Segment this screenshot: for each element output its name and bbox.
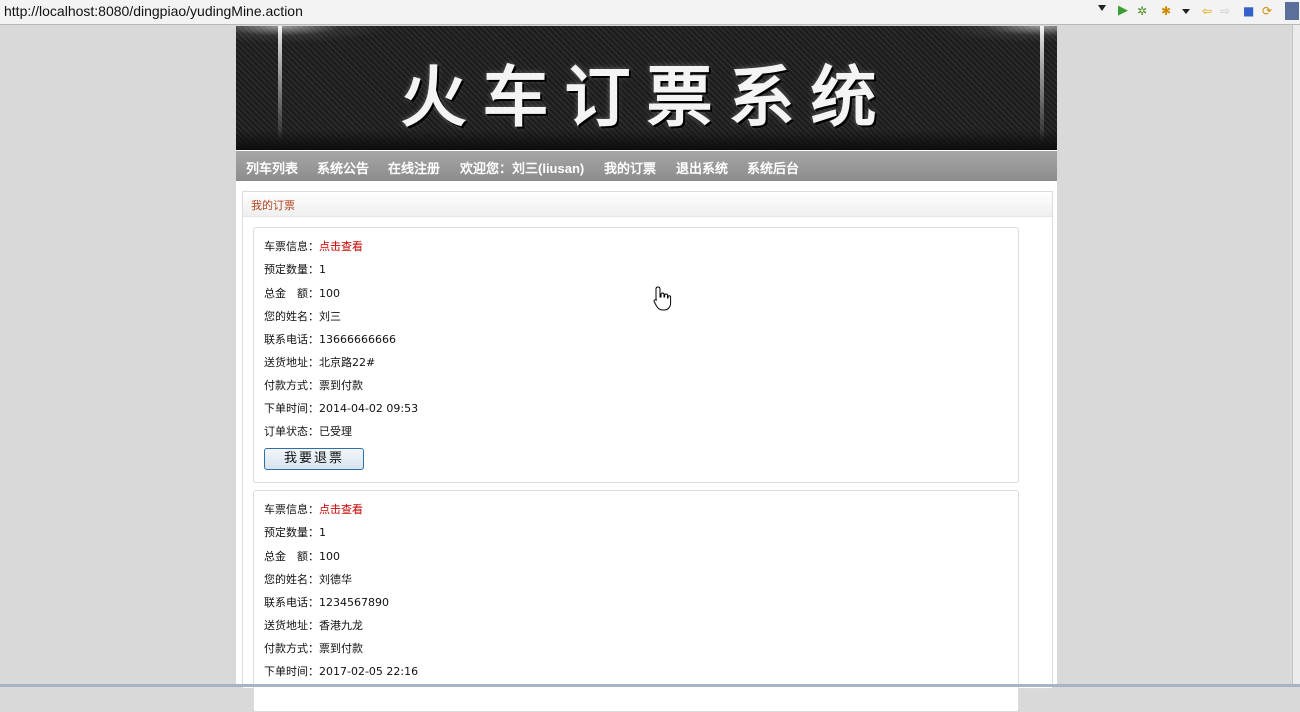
phone-value: 13666666666 [319,333,396,346]
address-label: 送货地址： [264,356,319,369]
site-title: 火车订票系统 [400,58,893,136]
nav-my-bookings[interactable]: 我的订票 [604,158,656,177]
name-value: 刘三 [319,310,341,323]
total-value: 100 [319,287,340,300]
ticket-info-label: 车票信息： [264,240,319,253]
quantity-label: 预定数量： [264,263,319,276]
order-payment: 付款方式：票到付款 [264,379,363,393]
status-value: 已受理 [319,425,352,438]
order-phone: 联系电话：1234567890 [264,596,389,610]
nav-logout[interactable]: 退出系统 [676,158,728,177]
name-label: 您的姓名： [264,573,319,586]
debug-icon[interactable]: ✲ [1137,3,1147,19]
order-time: 下单时间：2014-04-02 09:53 [264,402,418,416]
forward-arrow-icon[interactable]: ⇨ [1220,3,1230,19]
order-name: 您的姓名：刘三 [264,310,341,324]
nav-register[interactable]: 在线注册 [388,158,440,177]
order-address: 送货地址：北京路22# [264,356,375,370]
hand-cursor-icon [653,286,672,311]
order-time: 下单时间：2017-02-05 22:16 [264,665,418,679]
banner-floor [236,130,1057,150]
site-container: 火车订票系统 列车列表 系统公告 在线注册 欢迎您：刘三(liusan) 我的订… [236,26,1057,712]
ticket-info-label: 车票信息： [264,503,319,516]
total-value: 100 [319,550,340,563]
order-total: 总金 额：100 [264,287,340,301]
order-address: 送货地址：香港九龙 [264,619,363,633]
time-value: 2017-02-05 22:16 [319,665,419,678]
site-banner: 火车订票系统 [236,26,1057,150]
order-payment: 付款方式：票到付款 [264,642,363,656]
order-card: 车票信息：点击查看 预定数量：1 总金 额：100 您的姓名：刘三 联系电话：1… [253,227,1019,483]
total-label: 总金 额： [264,287,319,300]
view-ticket-link[interactable]: 点击查看 [319,240,363,253]
payment-label: 付款方式： [264,642,319,655]
order-quantity: 预定数量：1 [264,526,326,540]
url-history-dropdown-icon[interactable] [1098,5,1106,11]
nav-welcome-user[interactable]: 欢迎您：刘三(liusan) [460,158,584,177]
quantity-value: 1 [319,263,326,276]
stop-icon[interactable]: ■ [1243,3,1254,19]
time-label: 下单时间： [264,665,319,678]
phone-label: 联系电话： [264,333,319,346]
total-label: 总金 额： [264,550,319,563]
quantity-value: 1 [319,526,326,539]
main-nav: 列车列表 系统公告 在线注册 欢迎您：刘三(liusan) 我的订票 退出系统 … [236,151,1057,181]
external-tools-icon[interactable]: ✱ [1161,3,1171,19]
name-label: 您的姓名： [264,310,319,323]
nav-admin[interactable]: 系统后台 [747,158,799,177]
time-label: 下单时间： [264,402,319,415]
external-tools-dropdown-icon[interactable] [1182,9,1190,14]
panel-title: 我的订票 [251,199,295,212]
order-name: 您的姓名：刘德华 [264,573,352,587]
name-value: 刘德华 [319,573,352,586]
payment-label: 付款方式： [264,379,319,392]
refund-button[interactable]: 我要退票 [264,448,364,470]
status-label: 订单状态： [264,425,319,438]
phone-value: 1234567890 [319,596,389,609]
nav-train-list[interactable]: 列车列表 [246,158,298,177]
run-icon[interactable]: ▶ [1118,3,1128,19]
back-arrow-icon[interactable]: ⇦ [1202,3,1212,19]
vertical-scrollbar[interactable] [1292,25,1300,687]
payment-value: 票到付款 [319,642,363,655]
payment-value: 票到付款 [319,379,363,392]
order-quantity: 预定数量：1 [264,263,326,277]
order-status: 订单状态：已受理 [264,425,352,439]
quantity-label: 预定数量： [264,526,319,539]
nav-announcements[interactable]: 系统公告 [317,158,369,177]
time-value: 2014-04-02 09:53 [319,402,419,415]
order-total: 总金 额：100 [264,550,340,564]
order-ticket-info: 车票信息：点击查看 [264,240,363,254]
url-field[interactable]: http://localhost:8080/dingpiao/yudingMin… [4,3,303,19]
address-value: 北京路22# [319,356,376,369]
my-bookings-panel: 我的订票 车票信息：点击查看 预定数量：1 总金 额：100 您的姓名：刘三 联… [242,191,1053,712]
phone-label: 联系电话： [264,596,319,609]
view-ticket-link[interactable]: 点击查看 [319,503,363,516]
refresh-icon[interactable]: ⟳ [1262,3,1272,19]
panel-header: 我的订票 [243,192,1052,217]
order-card: 车票信息：点击查看 预定数量：1 总金 额：100 您的姓名：刘德华 联系电话：… [253,490,1019,712]
address-label: 送货地址： [264,619,319,632]
toolbar-corner-icon [1285,2,1299,20]
order-phone: 联系电话：13666666666 [264,333,396,347]
order-ticket-info: 车票信息：点击查看 [264,503,363,517]
browser-address-bar: http://localhost:8080/dingpiao/yudingMin… [0,0,1300,25]
address-value: 香港九龙 [319,619,363,632]
